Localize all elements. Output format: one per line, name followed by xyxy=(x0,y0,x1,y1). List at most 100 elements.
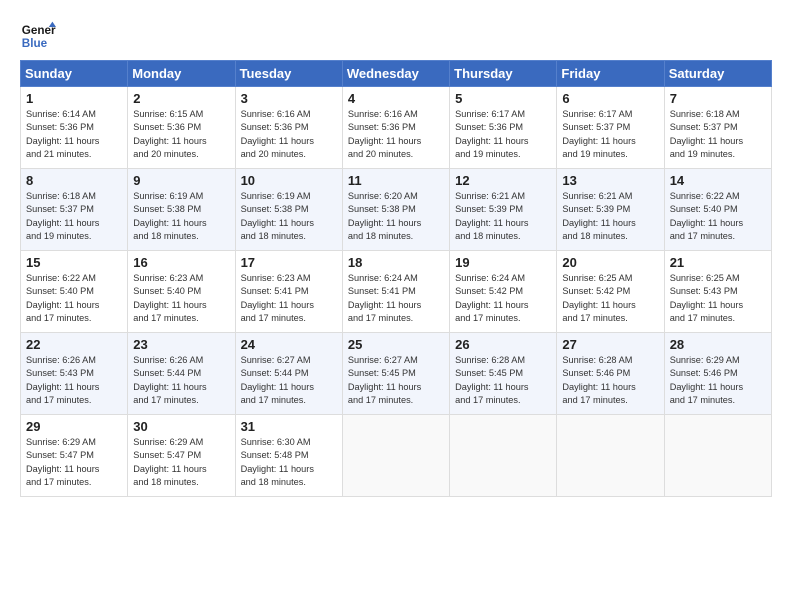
day-number: 24 xyxy=(241,337,337,352)
day-number: 8 xyxy=(26,173,122,188)
calendar-day-cell: 1 Sunrise: 6:14 AM Sunset: 5:36 PM Daylig… xyxy=(21,87,128,169)
calendar-day-cell: 11Sunrise: 6:20 AM Sunset: 5:38 PM Dayli… xyxy=(342,169,449,251)
calendar-week-row: 22 Sunrise: 6:26 AM Sunset: 5:43 PM Dayli… xyxy=(21,333,772,415)
calendar-day-cell: 13Sunrise: 6:21 AM Sunset: 5:39 PM Dayli… xyxy=(557,169,664,251)
weekday-header-cell: Monday xyxy=(128,61,235,87)
calendar-day-cell xyxy=(557,415,664,497)
day-details: Sunrise: 6:16 AM Sunset: 5:36 PM Dayligh… xyxy=(241,108,337,161)
day-number: 30 xyxy=(133,419,229,434)
day-details: Sunrise: 6:29 AM Sunset: 5:47 PM Dayligh… xyxy=(133,436,229,489)
day-details: Sunrise: 6:25 AM Sunset: 5:43 PM Dayligh… xyxy=(670,272,766,325)
day-number: 22 xyxy=(26,337,122,352)
day-number: 9 xyxy=(133,173,229,188)
calendar-table: SundayMondayTuesdayWednesdayThursdayFrid… xyxy=(20,60,772,497)
calendar-day-cell: 20Sunrise: 6:25 AM Sunset: 5:42 PM Dayli… xyxy=(557,251,664,333)
day-number: 19 xyxy=(455,255,551,270)
day-details: Sunrise: 6:24 AM Sunset: 5:42 PM Dayligh… xyxy=(455,272,551,325)
day-number: 21 xyxy=(670,255,766,270)
day-number: 14 xyxy=(670,173,766,188)
calendar-day-cell: 5 Sunrise: 6:17 AM Sunset: 5:36 PM Daylig… xyxy=(450,87,557,169)
day-details: Sunrise: 6:22 AM Sunset: 5:40 PM Dayligh… xyxy=(26,272,122,325)
calendar-day-cell: 26 Sunrise: 6:28 AM Sunset: 5:45 PM Dayli… xyxy=(450,333,557,415)
weekday-header-cell: Sunday xyxy=(21,61,128,87)
calendar-day-cell: 4 Sunrise: 6:16 AM Sunset: 5:36 PM Daylig… xyxy=(342,87,449,169)
calendar-day-cell: 22 Sunrise: 6:26 AM Sunset: 5:43 PM Dayli… xyxy=(21,333,128,415)
day-number: 28 xyxy=(670,337,766,352)
day-details: Sunrise: 6:29 AM Sunset: 5:47 PM Dayligh… xyxy=(26,436,122,489)
calendar-day-cell xyxy=(664,415,771,497)
day-number: 5 xyxy=(455,91,551,106)
day-number: 1 xyxy=(26,91,122,106)
day-number: 25 xyxy=(348,337,444,352)
calendar-day-cell: 14 Sunrise: 6:22 AM Sunset: 5:40 PM Dayli… xyxy=(664,169,771,251)
day-number: 18 xyxy=(348,255,444,270)
day-details: Sunrise: 6:28 AM Sunset: 5:45 PM Dayligh… xyxy=(455,354,551,407)
logo-icon: General Blue xyxy=(20,18,56,54)
calendar-day-cell: 7 Sunrise: 6:18 AM Sunset: 5:37 PM Daylig… xyxy=(664,87,771,169)
day-details: Sunrise: 6:23 AM Sunset: 5:40 PM Dayligh… xyxy=(133,272,229,325)
calendar-day-cell: 17Sunrise: 6:23 AM Sunset: 5:41 PM Dayli… xyxy=(235,251,342,333)
day-number: 3 xyxy=(241,91,337,106)
calendar-week-row: 15 Sunrise: 6:22 AM Sunset: 5:40 PM Dayli… xyxy=(21,251,772,333)
day-details: Sunrise: 6:17 AM Sunset: 5:37 PM Dayligh… xyxy=(562,108,658,161)
calendar-week-row: 29 Sunrise: 6:29 AM Sunset: 5:47 PM Dayli… xyxy=(21,415,772,497)
calendar-day-cell: 12 Sunrise: 6:21 AM Sunset: 5:39 PM Dayli… xyxy=(450,169,557,251)
weekday-header-cell: Tuesday xyxy=(235,61,342,87)
calendar-day-cell: 15 Sunrise: 6:22 AM Sunset: 5:40 PM Dayli… xyxy=(21,251,128,333)
day-details: Sunrise: 6:26 AM Sunset: 5:43 PM Dayligh… xyxy=(26,354,122,407)
day-number: 23 xyxy=(133,337,229,352)
day-details: Sunrise: 6:24 AM Sunset: 5:41 PM Dayligh… xyxy=(348,272,444,325)
day-details: Sunrise: 6:18 AM Sunset: 5:37 PM Dayligh… xyxy=(26,190,122,243)
day-details: Sunrise: 6:25 AM Sunset: 5:42 PM Dayligh… xyxy=(562,272,658,325)
day-details: Sunrise: 6:29 AM Sunset: 5:46 PM Dayligh… xyxy=(670,354,766,407)
calendar-day-cell: 19 Sunrise: 6:24 AM Sunset: 5:42 PM Dayli… xyxy=(450,251,557,333)
calendar-day-cell: 30 Sunrise: 6:29 AM Sunset: 5:47 PM Dayli… xyxy=(128,415,235,497)
day-details: Sunrise: 6:17 AM Sunset: 5:36 PM Dayligh… xyxy=(455,108,551,161)
calendar-day-cell: 6 Sunrise: 6:17 AM Sunset: 5:37 PM Daylig… xyxy=(557,87,664,169)
day-details: Sunrise: 6:30 AM Sunset: 5:48 PM Dayligh… xyxy=(241,436,337,489)
day-details: Sunrise: 6:22 AM Sunset: 5:40 PM Dayligh… xyxy=(670,190,766,243)
day-details: Sunrise: 6:16 AM Sunset: 5:36 PM Dayligh… xyxy=(348,108,444,161)
day-number: 13 xyxy=(562,173,658,188)
svg-text:Blue: Blue xyxy=(22,37,48,50)
calendar-day-cell xyxy=(450,415,557,497)
day-number: 6 xyxy=(562,91,658,106)
day-number: 26 xyxy=(455,337,551,352)
calendar-day-cell: 31 Sunrise: 6:30 AM Sunset: 5:48 PM Dayli… xyxy=(235,415,342,497)
day-details: Sunrise: 6:28 AM Sunset: 5:46 PM Dayligh… xyxy=(562,354,658,407)
day-details: Sunrise: 6:19 AM Sunset: 5:38 PM Dayligh… xyxy=(241,190,337,243)
calendar-week-row: 1 Sunrise: 6:14 AM Sunset: 5:36 PM Daylig… xyxy=(21,87,772,169)
day-number: 15 xyxy=(26,255,122,270)
day-number: 29 xyxy=(26,419,122,434)
day-details: Sunrise: 6:27 AM Sunset: 5:45 PM Dayligh… xyxy=(348,354,444,407)
weekday-header-cell: Friday xyxy=(557,61,664,87)
calendar-day-cell: 16 Sunrise: 6:23 AM Sunset: 5:40 PM Dayli… xyxy=(128,251,235,333)
calendar-day-cell: 2Sunrise: 6:15 AM Sunset: 5:36 PM Daylig… xyxy=(128,87,235,169)
page: General Blue SundayMondayTuesdayWednesda… xyxy=(0,0,792,507)
calendar-day-cell: 27 Sunrise: 6:28 AM Sunset: 5:46 PM Dayli… xyxy=(557,333,664,415)
day-number: 16 xyxy=(133,255,229,270)
calendar-day-cell: 29 Sunrise: 6:29 AM Sunset: 5:47 PM Dayli… xyxy=(21,415,128,497)
day-number: 4 xyxy=(348,91,444,106)
calendar-week-row: 8 Sunrise: 6:18 AM Sunset: 5:37 PM Daylig… xyxy=(21,169,772,251)
day-details: Sunrise: 6:18 AM Sunset: 5:37 PM Dayligh… xyxy=(670,108,766,161)
day-number: 12 xyxy=(455,173,551,188)
calendar-day-cell: 18 Sunrise: 6:24 AM Sunset: 5:41 PM Dayli… xyxy=(342,251,449,333)
day-details: Sunrise: 6:26 AM Sunset: 5:44 PM Dayligh… xyxy=(133,354,229,407)
day-number: 7 xyxy=(670,91,766,106)
calendar-day-cell xyxy=(342,415,449,497)
calendar-day-cell: 25 Sunrise: 6:27 AM Sunset: 5:45 PM Dayli… xyxy=(342,333,449,415)
calendar-day-cell: 21 Sunrise: 6:25 AM Sunset: 5:43 PM Dayli… xyxy=(664,251,771,333)
calendar-day-cell: 3 Sunrise: 6:16 AM Sunset: 5:36 PM Daylig… xyxy=(235,87,342,169)
day-details: Sunrise: 6:20 AM Sunset: 5:38 PM Dayligh… xyxy=(348,190,444,243)
calendar-day-cell: 23 Sunrise: 6:26 AM Sunset: 5:44 PM Dayli… xyxy=(128,333,235,415)
day-number: 31 xyxy=(241,419,337,434)
header: General Blue xyxy=(20,18,772,54)
day-details: Sunrise: 6:14 AM Sunset: 5:36 PM Dayligh… xyxy=(26,108,122,161)
day-number: 27 xyxy=(562,337,658,352)
day-number: 10 xyxy=(241,173,337,188)
weekday-header-cell: Saturday xyxy=(664,61,771,87)
day-details: Sunrise: 6:15 AM Sunset: 5:36 PM Dayligh… xyxy=(133,108,229,161)
day-details: Sunrise: 6:21 AM Sunset: 5:39 PM Dayligh… xyxy=(455,190,551,243)
logo: General Blue xyxy=(20,18,60,54)
